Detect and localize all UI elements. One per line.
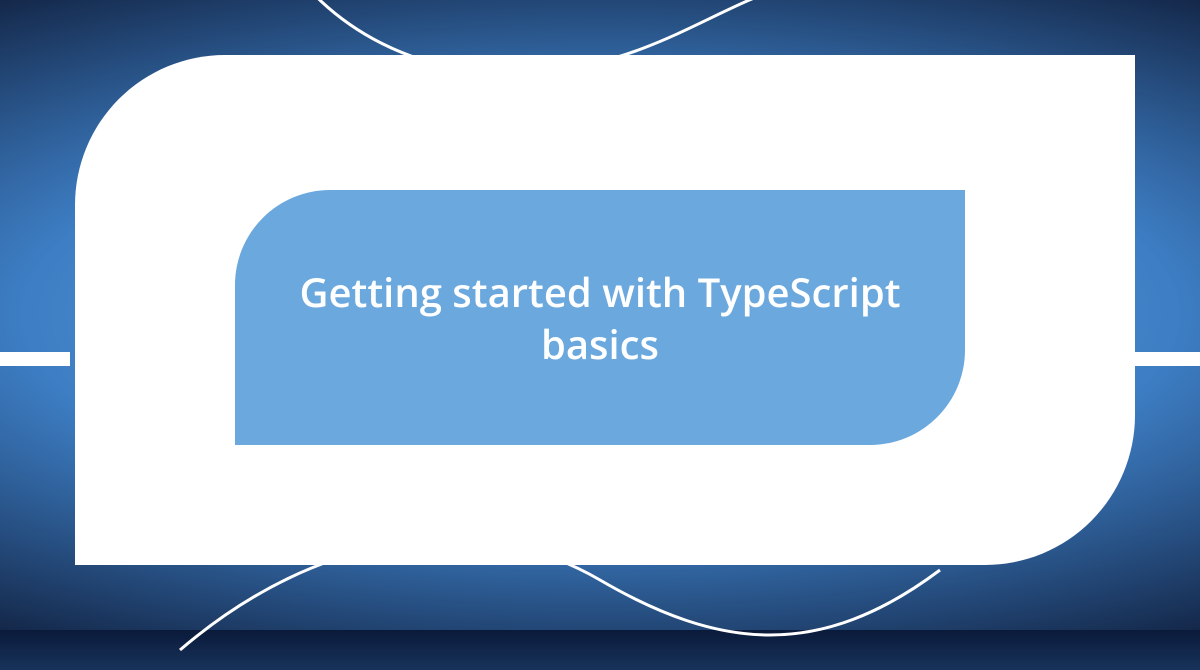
page-title: Getting started with TypeScript basics (295, 266, 905, 370)
accent-bar-left (0, 352, 70, 366)
accent-bar-right (1130, 352, 1200, 366)
title-card: Getting started with TypeScript basics (235, 190, 965, 445)
